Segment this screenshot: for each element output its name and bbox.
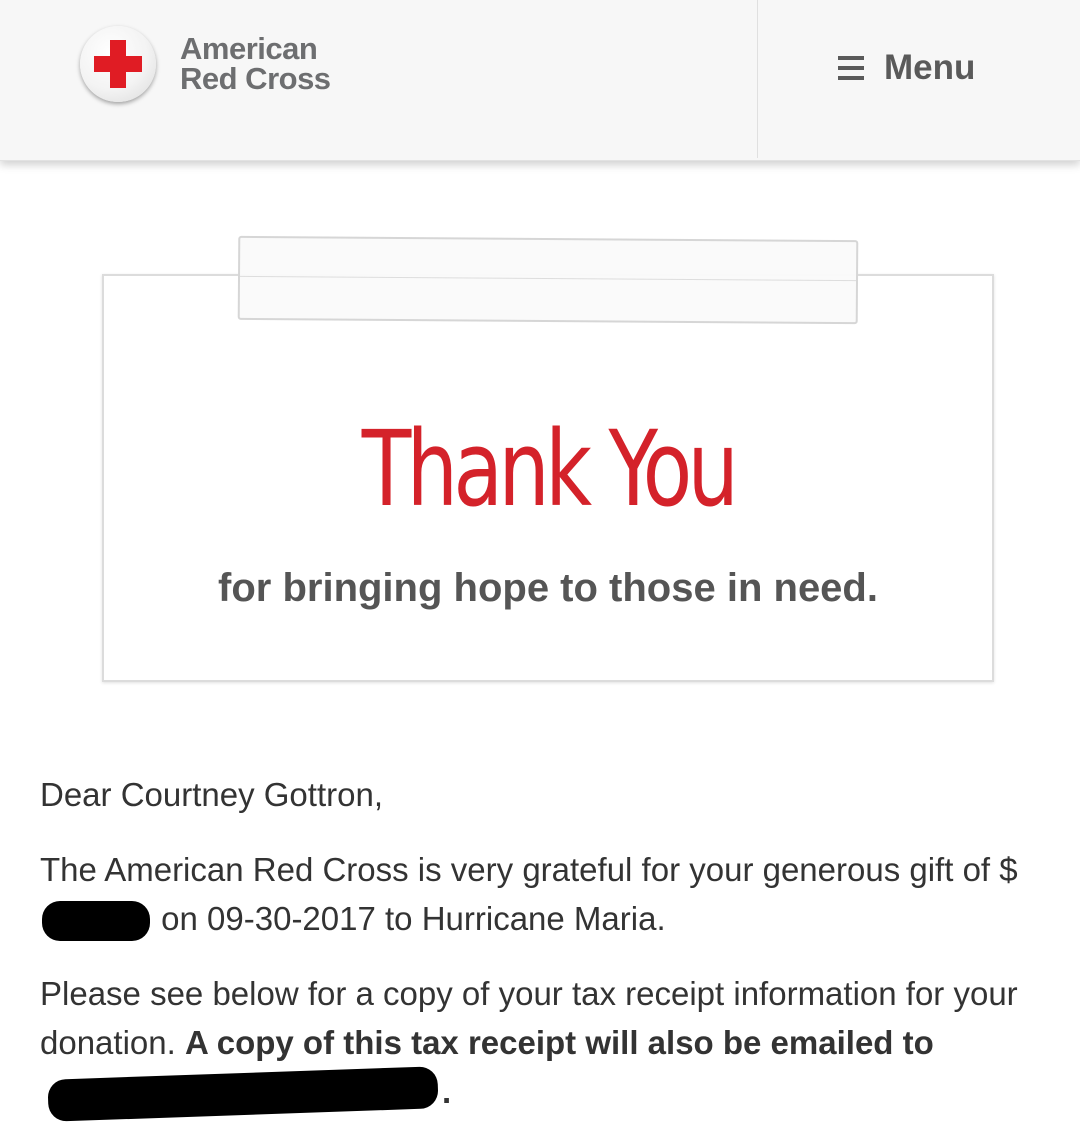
red-cross-logo[interactable]: American Red Cross — [80, 26, 331, 102]
greeting: Dear Courtney Gottron, — [40, 776, 383, 813]
thank-you-heading: Thank You — [361, 408, 739, 530]
red-cross-icon — [80, 26, 156, 102]
menu-label: Menu — [884, 48, 976, 87]
hamburger-icon — [838, 56, 864, 80]
redacted-email — [47, 1066, 439, 1123]
thank-you-tagline: for bringing hope to those in need. — [218, 566, 878, 610]
logo-wordmark: American Red Cross — [180, 31, 331, 96]
thank-you-card: Thank You for bringing hope to those in … — [102, 274, 994, 682]
thank-you-card-wrapper: Thank You for bringing hope to those in … — [100, 235, 1000, 688]
header-divider — [757, 0, 758, 158]
letter-body: Dear Courtney Gottron, The American Red … — [40, 770, 1050, 1142]
logo-line-1: American — [180, 31, 318, 66]
tape-decoration — [237, 235, 859, 325]
redacted-amount — [42, 901, 150, 942]
site-header: American Red Cross Menu — [0, 0, 1080, 161]
receipt-paragraph: Please see below for a copy of your tax … — [40, 969, 1050, 1123]
menu-button[interactable]: Menu — [838, 48, 975, 88]
logo-line-2: Red Cross — [180, 61, 331, 96]
gratitude-paragraph: The American Red Cross is very grateful … — [40, 845, 1050, 943]
